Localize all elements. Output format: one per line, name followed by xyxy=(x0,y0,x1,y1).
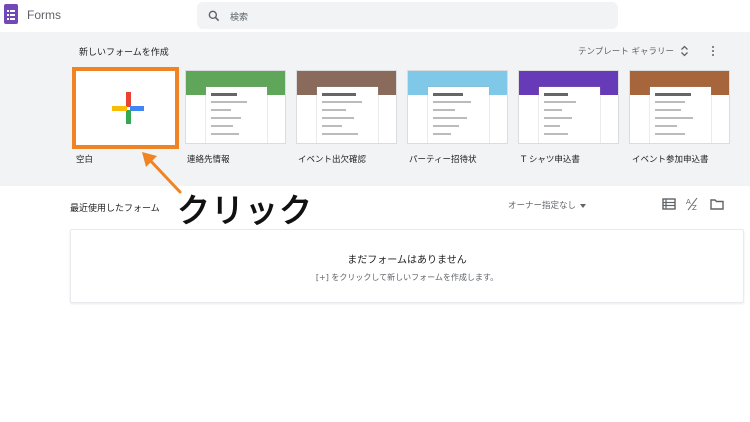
template-card-event-signup[interactable] xyxy=(629,70,730,144)
template-label-tshirt[interactable]: T シャツ申込書 xyxy=(521,153,580,165)
template-gallery-button[interactable]: テンプレート ギャラリー xyxy=(578,45,674,57)
template-label-blank[interactable]: 空白 xyxy=(76,153,93,165)
more-vert-icon[interactable] xyxy=(707,44,719,58)
recent-forms-title: 最近使用したフォーム xyxy=(70,204,160,214)
template-label-contact[interactable]: 連絡先情報 xyxy=(187,153,230,165)
folder-icon[interactable] xyxy=(710,197,724,211)
template-preview xyxy=(539,87,600,143)
sort-az-icon[interactable]: AZ xyxy=(686,197,700,211)
empty-state-hint: [+] をクリックして新しいフォームを作成します。 xyxy=(315,273,499,282)
template-card-tshirt[interactable] xyxy=(518,70,619,144)
app-title: Forms xyxy=(27,8,61,22)
annotation-callout: クリック xyxy=(176,190,313,231)
search-icon xyxy=(208,10,220,22)
search-bar[interactable]: 検索 xyxy=(197,2,618,29)
svg-text:A: A xyxy=(686,198,691,206)
owner-filter-label: オーナー指定なし xyxy=(508,201,577,211)
template-card-party[interactable] xyxy=(407,70,508,144)
forms-logo-icon[interactable] xyxy=(4,4,18,24)
blank-template-card[interactable] xyxy=(72,67,179,149)
plus-icon xyxy=(112,92,144,124)
unfold-icon[interactable] xyxy=(680,45,689,57)
empty-state-card: まだフォームはありません [+] をクリックして新しいフォームを作成します。 xyxy=(70,229,744,303)
template-card-contact[interactable] xyxy=(185,70,286,144)
app-header: Forms 検索 xyxy=(0,0,750,32)
template-preview xyxy=(317,87,378,143)
search-input[interactable]: 検索 xyxy=(230,10,248,23)
section-title: 新しいフォームを作成 xyxy=(79,48,169,58)
template-preview xyxy=(206,87,267,143)
template-preview xyxy=(650,87,711,143)
template-label-rsvp[interactable]: イベント出欠確認 xyxy=(298,153,366,165)
template-preview xyxy=(428,87,489,143)
empty-state-title: まだフォームはありません xyxy=(347,255,467,266)
owner-filter-dropdown[interactable]: オーナー指定なし xyxy=(508,199,587,211)
svg-text:Z: Z xyxy=(692,204,697,211)
template-label-event-signup[interactable]: イベント参加申込書 xyxy=(632,153,709,165)
template-label-party[interactable]: パーティー招待状 xyxy=(409,153,477,165)
caret-down-icon xyxy=(580,203,587,208)
list-view-icon[interactable] xyxy=(662,197,676,211)
template-card-rsvp[interactable] xyxy=(296,70,397,144)
